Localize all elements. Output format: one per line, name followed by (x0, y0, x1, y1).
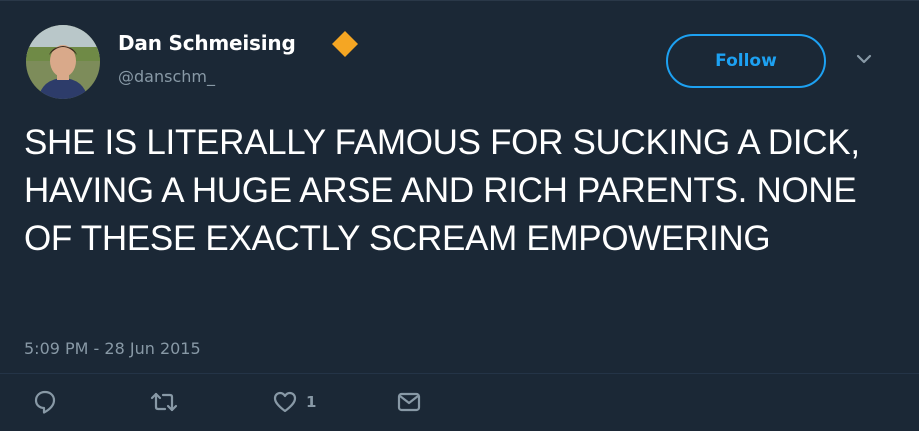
tweet-text: SHE IS LITERALLY FAMOUS FOR SUCKING A DI… (24, 123, 860, 258)
divider (0, 373, 919, 374)
retweet-icon (150, 392, 178, 412)
retweet-button[interactable] (150, 389, 178, 415)
avatar[interactable] (26, 25, 100, 99)
reply-icon (34, 390, 56, 414)
like-button[interactable]: 1 (272, 389, 316, 415)
user-handle[interactable]: @danschm_ (118, 67, 215, 86)
follow-button[interactable]: Follow (666, 34, 826, 88)
chevron-down-icon[interactable] (854, 52, 874, 66)
direct-message-button[interactable] (396, 389, 422, 415)
reply-button[interactable] (32, 389, 58, 415)
like-count: 1 (306, 393, 317, 411)
envelope-icon (397, 392, 421, 412)
tweet-card: Dan Schmeising @danschm_ Follow SHE IS L… (0, 0, 919, 431)
orange-diamond-icon (332, 31, 358, 57)
profile-photo-icon (26, 25, 100, 99)
heart-icon (273, 391, 297, 413)
display-name[interactable]: Dan Schmeising (118, 31, 296, 55)
tweet-timestamp[interactable]: 5:09 PM - 28 Jun 2015 (24, 339, 201, 358)
